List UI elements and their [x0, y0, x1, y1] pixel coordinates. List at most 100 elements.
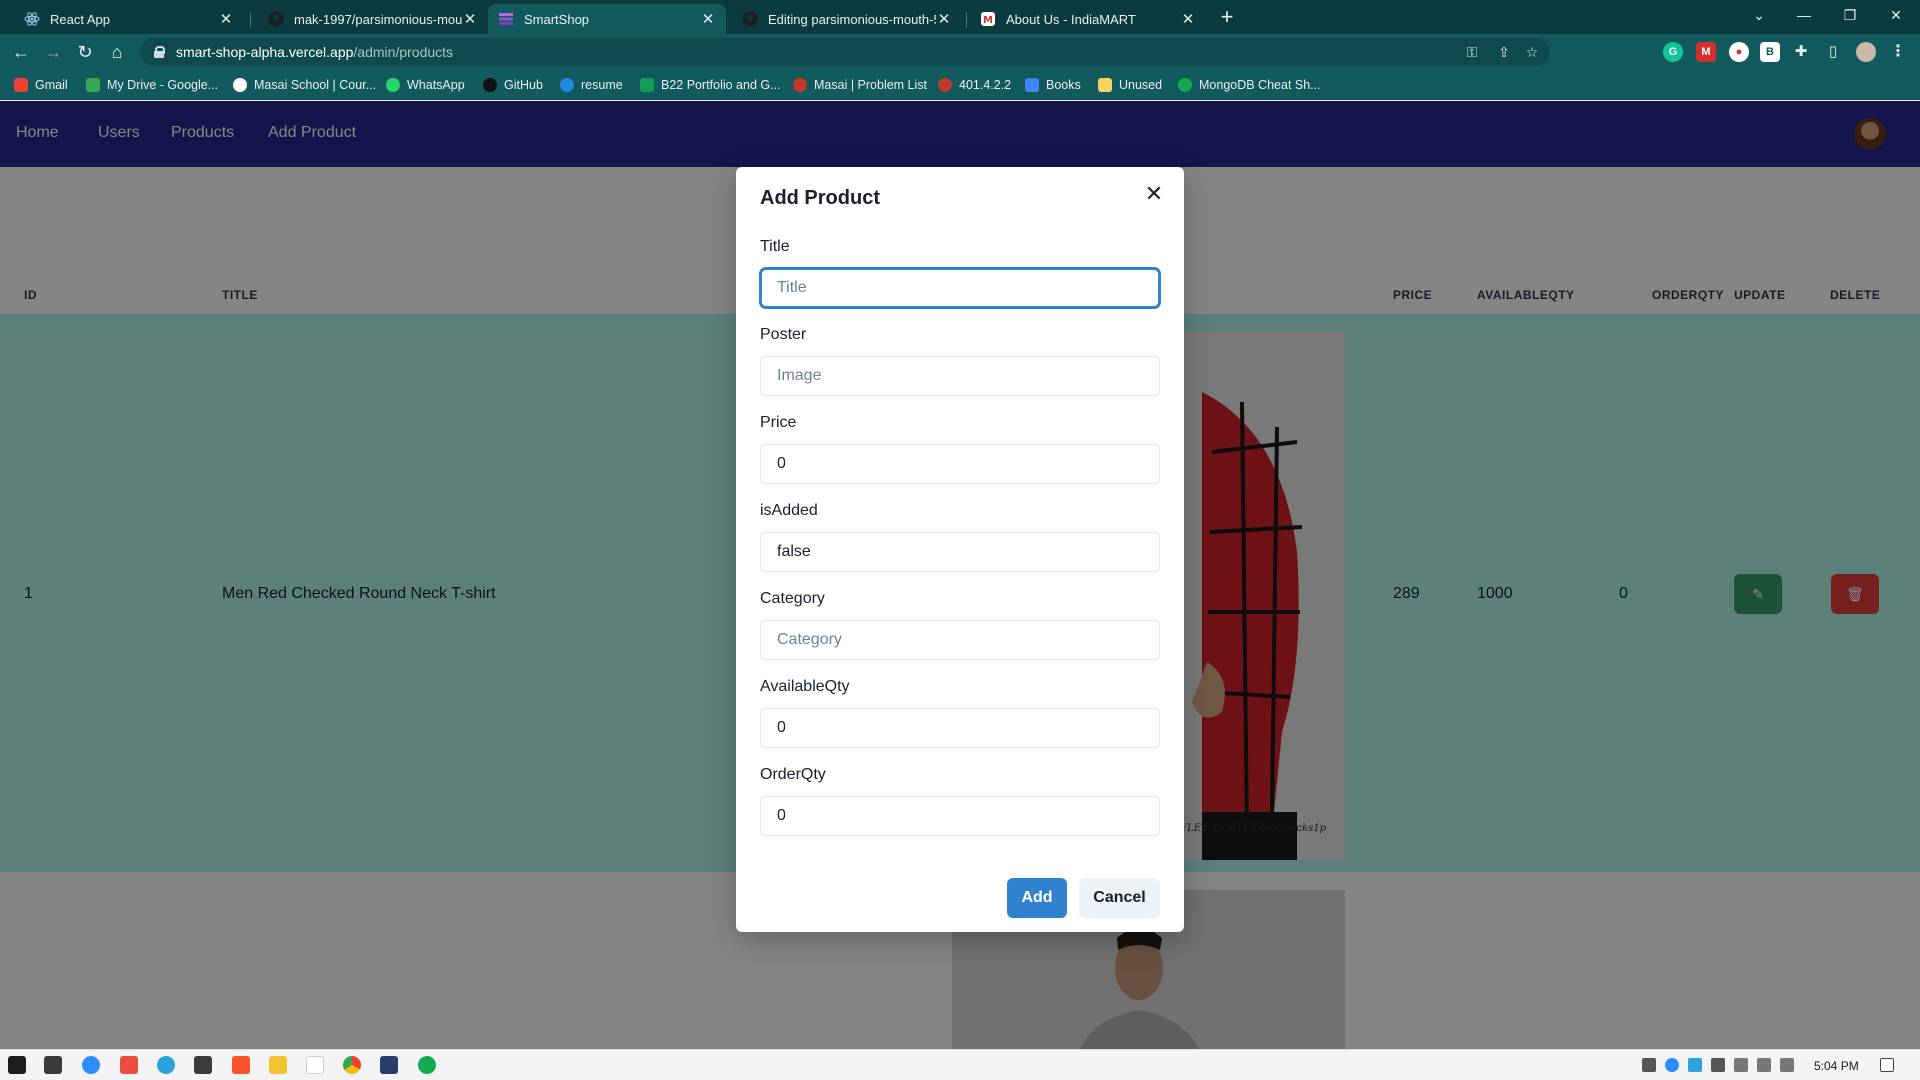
- bookmark-label: Masai | Problem List: [814, 78, 928, 92]
- availableqty-input[interactable]: [760, 708, 1160, 748]
- bookmark-my-drive[interactable]: My Drive - Google...: [86, 76, 218, 94]
- display-icon[interactable]: [1711, 1058, 1725, 1072]
- indiamart-extension-icon[interactable]: M: [1696, 42, 1716, 62]
- task-view-icon[interactable]: [44, 1056, 62, 1074]
- speaker-icon[interactable]: [1780, 1058, 1794, 1072]
- bookmark-b22-portfolio[interactable]: B22 Portfolio and G...: [640, 76, 781, 94]
- indiamart-icon: M: [980, 11, 996, 27]
- close-tab-icon[interactable]: ✕: [1180, 10, 1196, 28]
- svg-text:M: M: [983, 15, 993, 26]
- reload-button[interactable]: ↻: [72, 39, 98, 65]
- browser-tab-react-app[interactable]: React App ✕: [14, 4, 244, 34]
- home-button[interactable]: ⌂: [104, 39, 130, 65]
- cancel-button[interactable]: Cancel: [1079, 878, 1160, 918]
- tab-title: About Us - IndiaMART: [1006, 11, 1136, 27]
- puzzle-extensions-icon[interactable]: ✚: [1791, 42, 1811, 62]
- title-input[interactable]: [760, 268, 1160, 308]
- drive-icon: [86, 78, 100, 92]
- bookmark-masai-school[interactable]: Masai School | Cour...: [233, 76, 376, 94]
- close-tab-icon[interactable]: ✕: [218, 10, 234, 28]
- zoom-icon[interactable]: [82, 1056, 100, 1074]
- app-icon[interactable]: [306, 1056, 324, 1074]
- share-icon[interactable]: ⇪: [1494, 42, 1514, 62]
- bookmark-books[interactable]: Books: [1025, 76, 1081, 94]
- browser-tab-indiamart[interactable]: M About Us - IndiaMART ✕: [970, 4, 1206, 34]
- address-bar[interactable]: smart-shop-alpha.vercel.app/admin/produc…: [140, 38, 1550, 66]
- bookmark-github[interactable]: GitHub: [483, 76, 543, 94]
- vercel-icon: [498, 11, 514, 27]
- file-explorer-icon[interactable]: [269, 1056, 287, 1074]
- taskbar-clock[interactable]: 5:04 PM: [1814, 1059, 1859, 1073]
- close-window-button[interactable]: ✕: [1873, 0, 1919, 32]
- mongodb-compass-icon[interactable]: [418, 1056, 436, 1074]
- bookmark-gmail[interactable]: Gmail: [14, 76, 68, 94]
- windows-taskbar: 5:04 PM: [0, 1049, 1920, 1080]
- restore-button[interactable]: ❐: [1827, 0, 1873, 32]
- bookmark-label: Gmail: [35, 78, 68, 92]
- minimize-button[interactable]: —: [1781, 0, 1827, 32]
- back-button[interactable]: ←: [8, 39, 34, 65]
- tab-title: mak-1997/parsimonious-mouth-: [294, 11, 462, 27]
- b-extension-icon[interactable]: B: [1760, 42, 1780, 62]
- more-menu-icon[interactable]: ⋮: [1888, 42, 1908, 62]
- telegram-icon[interactable]: [157, 1056, 175, 1074]
- bookmark-mongodb[interactable]: MongoDB Cheat Sh...: [1178, 76, 1321, 94]
- brave-icon[interactable]: [232, 1056, 250, 1074]
- tray-icon[interactable]: [1688, 1058, 1702, 1072]
- mongodb-icon: [1178, 78, 1192, 92]
- github-icon: [742, 11, 758, 27]
- app-icon[interactable]: [380, 1056, 398, 1074]
- profile-avatar-icon[interactable]: [1856, 42, 1876, 62]
- add-button[interactable]: Add: [1007, 878, 1067, 918]
- poster-input[interactable]: [760, 356, 1160, 396]
- bookmark-masai-problem-list[interactable]: Masai | Problem List: [793, 76, 927, 94]
- browser-tab-github-edit[interactable]: Editing parsimonious-mouth-525 ✕: [732, 4, 962, 34]
- category-input[interactable]: [760, 620, 1160, 660]
- tray-icon[interactable]: [1734, 1058, 1748, 1072]
- bookmark-401[interactable]: 401.4.2.2: [938, 76, 1011, 94]
- bookmark-folder-unused[interactable]: Unused: [1098, 76, 1162, 94]
- new-tab-button[interactable]: +: [1214, 5, 1240, 31]
- bookmark-star-icon[interactable]: ☆: [1522, 42, 1542, 62]
- bookmark-resume[interactable]: resume: [560, 76, 623, 94]
- masai-icon: [233, 78, 247, 92]
- side-panel-icon[interactable]: ▯: [1823, 42, 1843, 62]
- tab-separator: [250, 12, 251, 28]
- orderqty-input[interactable]: [760, 796, 1160, 836]
- forward-button[interactable]: →: [40, 39, 66, 65]
- browser-toolbar: ← → ↻ ⌂ smart-shop-alpha.vercel.app/admi…: [0, 34, 1920, 70]
- category-label: Category: [760, 590, 825, 607]
- close-tab-icon[interactable]: ✕: [936, 10, 952, 28]
- chrome-icon[interactable]: [343, 1056, 361, 1074]
- notification-icon[interactable]: [1880, 1058, 1894, 1072]
- availableqty-label: AvailableQty: [760, 678, 850, 695]
- bookmark-label: Books: [1046, 78, 1081, 92]
- browser-tab-github-repo[interactable]: mak-1997/parsimonious-mouth- ✕: [258, 4, 488, 34]
- isadded-label: isAdded: [760, 502, 818, 519]
- close-icon[interactable]: ✕: [1142, 183, 1166, 207]
- app-icon[interactable]: [120, 1056, 138, 1074]
- url-path: /admin/products: [353, 44, 454, 60]
- price-input[interactable]: [760, 444, 1160, 484]
- app-icon[interactable]: [194, 1056, 212, 1074]
- browser-tab-smartshop[interactable]: SmartShop ✕: [488, 4, 726, 34]
- sheets-icon: [640, 78, 654, 92]
- tray-icon[interactable]: [1642, 1058, 1656, 1072]
- isadded-input[interactable]: [760, 532, 1160, 572]
- wifi-icon[interactable]: [1757, 1058, 1771, 1072]
- bookmark-whatsapp[interactable]: WhatsApp: [386, 76, 465, 94]
- windows-start-icon[interactable]: [8, 1056, 26, 1074]
- github-icon: [268, 11, 284, 27]
- grammarly-extension-icon[interactable]: G: [1663, 42, 1683, 62]
- close-tab-icon[interactable]: ✕: [700, 10, 716, 28]
- masai-icon: [938, 78, 952, 92]
- zoom-tray-icon[interactable]: [1665, 1058, 1679, 1072]
- key-icon[interactable]: ⚿: [1462, 42, 1482, 62]
- resume-icon: [560, 78, 574, 92]
- pokeball-extension-icon[interactable]: ●: [1729, 42, 1749, 62]
- folder-icon: [1098, 78, 1112, 92]
- tab-search-icon[interactable]: ⌄: [1736, 0, 1782, 32]
- close-tab-icon[interactable]: ✕: [462, 10, 478, 28]
- url-host: smart-shop-alpha.vercel.app: [176, 44, 354, 60]
- bookmark-label: WhatsApp: [407, 78, 465, 92]
